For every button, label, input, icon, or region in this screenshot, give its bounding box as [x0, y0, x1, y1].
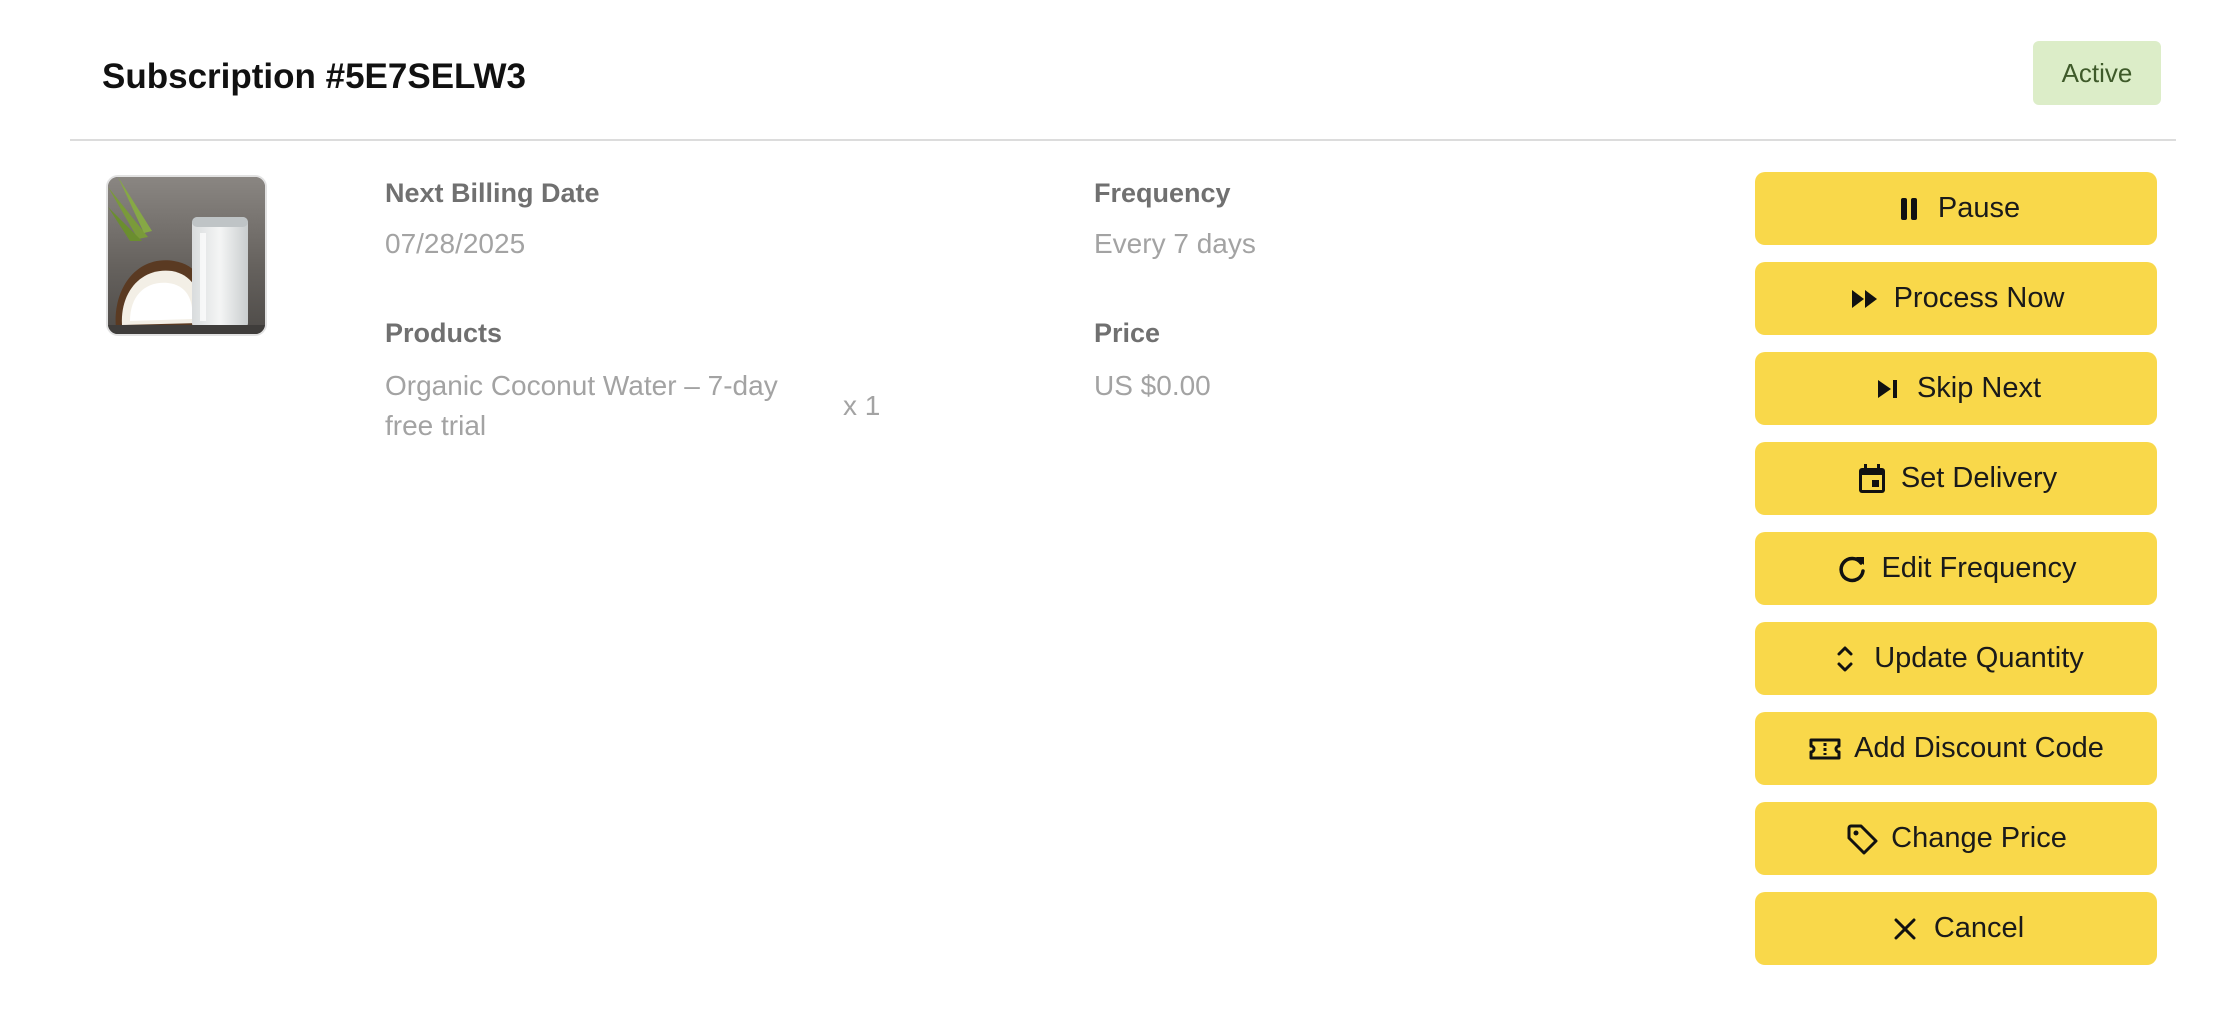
product-thumbnail — [106, 175, 267, 336]
tag-icon — [1845, 822, 1879, 856]
action-list: Pause Process Now Skip Next Set Delivery — [1755, 172, 2157, 982]
subscription-header: Subscription #5E7SELW3 Active — [70, 0, 2176, 141]
cancel-button[interactable]: Cancel — [1755, 892, 2157, 965]
cancel-label: Cancel — [1933, 912, 2025, 944]
next-billing-value: 07/28/2025 — [385, 228, 526, 259]
next-billing-label: Next Billing Date — [385, 178, 600, 208]
refresh-icon — [1835, 552, 1869, 586]
update-quantity-button[interactable]: Update Quantity — [1755, 622, 2157, 695]
add-discount-code-button[interactable]: Add Discount Code — [1755, 712, 2157, 785]
process-now-label: Process Now — [1893, 282, 2065, 314]
pause-icon — [1892, 192, 1926, 226]
products-label: Products — [385, 318, 503, 348]
price-value: US $0.00 — [1094, 370, 1211, 401]
change-price-button[interactable]: Change Price — [1755, 802, 2157, 875]
product-quantity: x 1 — [843, 390, 881, 421]
calendar-icon — [1855, 462, 1889, 496]
edit-frequency-button[interactable]: Edit Frequency — [1755, 532, 2157, 605]
up-down-chevron-icon — [1828, 642, 1862, 676]
edit-frequency-label: Edit Frequency — [1881, 552, 2077, 584]
frequency-value: Every 7 days — [1094, 228, 1256, 259]
frequency-label: Frequency — [1094, 178, 1231, 208]
set-delivery-button[interactable]: Set Delivery — [1755, 442, 2157, 515]
fast-forward-icon — [1848, 282, 1882, 316]
ticket-icon — [1808, 732, 1842, 766]
status-badge: Active — [2033, 41, 2161, 105]
change-price-label: Change Price — [1891, 822, 2067, 854]
close-icon — [1888, 912, 1922, 946]
skip-next-button[interactable]: Skip Next — [1755, 352, 2157, 425]
page-title: Subscription #5E7SELW3 — [102, 57, 526, 96]
subscription-page: Subscription #5E7SELW3 Active Next Billi… — [0, 0, 2224, 1016]
pause-label: Pause — [1937, 192, 2021, 224]
coconut-water-image — [108, 177, 265, 334]
product-name: Organic Coconut Water – 7-day free trial — [385, 370, 778, 441]
add-discount-code-label: Add Discount Code — [1854, 732, 2104, 764]
skip-next-icon — [1871, 372, 1905, 406]
process-now-button[interactable]: Process Now — [1755, 262, 2157, 335]
pause-button[interactable]: Pause — [1755, 172, 2157, 245]
update-quantity-label: Update Quantity — [1874, 642, 2084, 674]
price-label: Price — [1094, 318, 1161, 348]
set-delivery-label: Set Delivery — [1900, 462, 2058, 494]
skip-next-label: Skip Next — [1916, 372, 2042, 404]
